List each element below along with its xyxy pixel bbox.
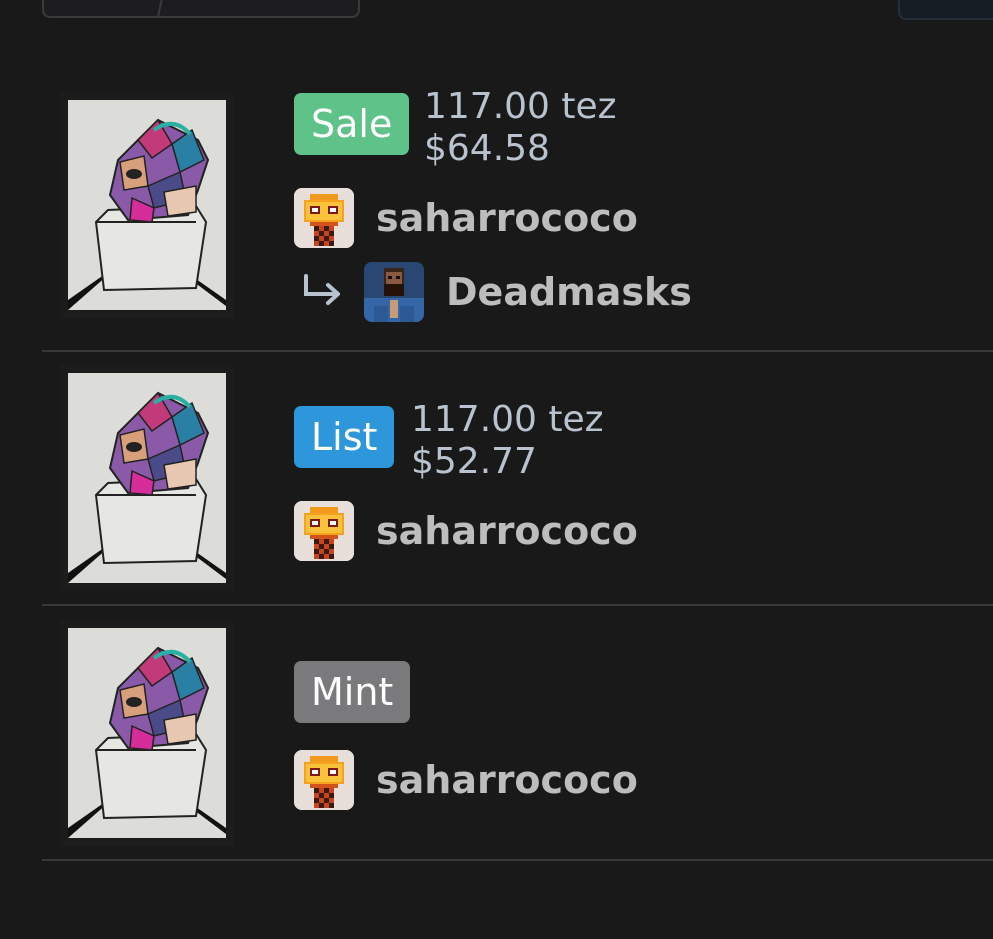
- pixel-avatar-icon: [294, 188, 354, 248]
- event-type-badge-mint: Mint: [294, 661, 411, 723]
- pixel-avatar-icon: [294, 750, 354, 810]
- deadmasks-avatar-icon: [364, 262, 424, 322]
- price-block: 117.00 tez $64.58: [424, 86, 617, 170]
- price-tez: 117.00 tez: [411, 399, 604, 440]
- activity-row-mint: Mint saharrococo: [42, 606, 993, 861]
- artwork-image: [68, 628, 226, 838]
- artwork-thumbnail[interactable]: [68, 100, 226, 310]
- segment-divider: [156, 0, 166, 18]
- activity-row-sale: Sale 117.00 tez $64.58 saharrococo Deadm…: [42, 80, 993, 352]
- activity-row-list: List 117.00 tez $52.77 saharrococo: [42, 352, 993, 606]
- pixel-avatar-icon: [294, 501, 354, 561]
- event-type-badge-sale: Sale: [294, 93, 410, 155]
- price-usd: $64.58: [424, 128, 550, 169]
- username: saharrococo: [376, 196, 638, 240]
- price-block: 117.00 tez $52.77: [411, 399, 604, 483]
- price-tez: 117.00 tez: [424, 86, 617, 127]
- price-usd: $52.77: [411, 441, 537, 482]
- artwork-image: [68, 373, 226, 583]
- filter-segment-control[interactable]: [42, 0, 360, 18]
- artwork-thumbnail[interactable]: [68, 628, 226, 838]
- event-type-badge-list: List: [294, 406, 395, 468]
- minter-user[interactable]: saharrococo: [294, 750, 638, 810]
- seller-user[interactable]: saharrococo: [294, 188, 638, 248]
- top-right-button[interactable]: [898, 0, 993, 20]
- activity-page: Sale 117.00 tez $64.58 saharrococo Deadm…: [0, 0, 993, 939]
- buyer-user[interactable]: Deadmasks: [294, 262, 692, 322]
- username: saharrococo: [376, 509, 638, 553]
- username: saharrococo: [376, 758, 638, 802]
- arrow-down-right-icon: [304, 274, 340, 305]
- lister-user[interactable]: saharrococo: [294, 501, 638, 561]
- artwork-thumbnail[interactable]: [68, 373, 226, 583]
- artwork-image: [68, 100, 226, 310]
- recipient-username: Deadmasks: [446, 270, 692, 314]
